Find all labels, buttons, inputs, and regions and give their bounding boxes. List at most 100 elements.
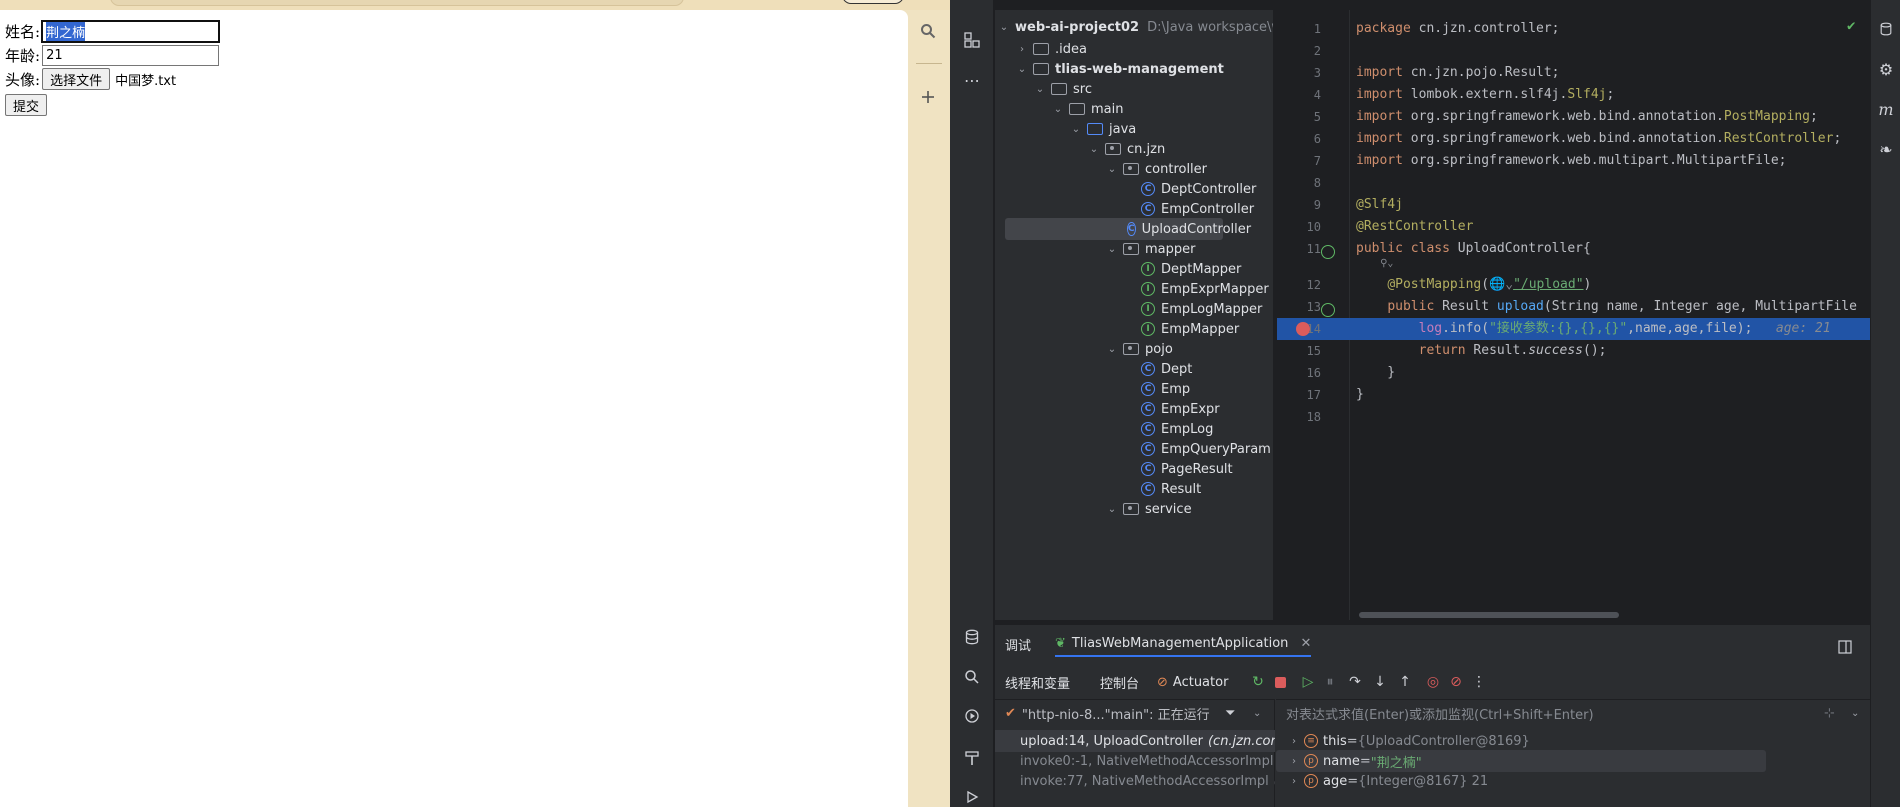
chevron-down-icon[interactable]: ⌄ [1105,344,1119,355]
stack-frame[interactable]: invoke0:-1, NativeMethodAccessorImpl(j [995,750,1275,772]
tree-node[interactable]: C EmpController [1123,198,1254,220]
chevron-down-icon[interactable]: ⌄ [1069,124,1083,135]
chevron-down-icon[interactable]: ⌄ [1015,64,1029,75]
tree-node[interactable]: C Dept [1123,358,1192,380]
eval-expression-input[interactable]: 对表达式求值(Enter)或添加监视(Ctrl+Shift+Enter) ⊹ ⌄ [1276,700,1870,726]
more-icon[interactable]: ⋯ [960,68,984,92]
breakpoint-icon[interactable] [1296,322,1310,336]
tree-node[interactable]: I EmpMapper [1123,318,1239,340]
tree-node[interactable]: C Emp [1123,378,1190,400]
more-icon[interactable]: ⋮ [1469,672,1489,692]
database-icon[interactable] [1875,18,1897,40]
tree-node[interactable]: ⌄ main [1051,98,1124,120]
stack-frame[interactable]: upload:14, UploadController(cn.jzn.contr [995,730,1275,752]
tree-node[interactable]: C UploadController [1005,218,1251,240]
tree-node[interactable]: › .idea [1015,38,1087,60]
tab-threads-variables[interactable]: 线程和变量 [1005,671,1070,693]
chevron-down-icon[interactable]: ⌄ [1105,244,1119,255]
tree-node-label: Result [1161,481,1202,497]
spring-endpoint-icon[interactable] [1321,303,1335,317]
profile-button[interactable] [842,0,904,4]
tab-run-config[interactable]: ❦ TliasWebManagementApplication ✕ [1055,631,1312,657]
tree-node[interactable]: C PageResult [1123,458,1233,480]
build-hammer-icon[interactable] [960,746,984,770]
run-icon[interactable] [960,785,984,807]
tree-node-label: EmpController [1161,201,1255,217]
view-breakpoints-icon[interactable]: ◎ [1423,672,1443,692]
maven-icon[interactable]: m [1875,98,1897,120]
tree-node[interactable]: ⌄ java [1069,118,1136,140]
step-over-icon[interactable]: ↷ [1345,672,1365,692]
layout-icon[interactable] [1835,637,1855,657]
tab-debug[interactable]: 调试 [1005,631,1031,657]
variable-row[interactable]: › p name = "荆之楠" [1276,750,1766,772]
tree-node[interactable]: I EmpExprMapper [1123,278,1269,300]
structure-icon[interactable] [960,28,984,52]
tree-node[interactable]: ⌄ mapper [1105,238,1196,260]
age-input[interactable] [42,44,220,66]
rerun-icon[interactable]: ↻ [1248,672,1268,692]
chevron-down-icon[interactable]: ⌄ [1033,84,1047,95]
tree-node[interactable]: C EmpExpr [1123,398,1220,420]
chevron-right-icon[interactable]: › [1284,736,1304,747]
chevron-down-icon[interactable]: ⌄ [1051,104,1065,115]
checkmark-icon: ✔ [1005,705,1016,721]
address-bar[interactable] [110,0,684,6]
name-input[interactable]: 荆之楠 [41,19,221,43]
chevron-down-icon[interactable]: ⌄ [1105,164,1119,175]
tree-node[interactable]: I DeptMapper [1123,258,1241,280]
chevron-down-icon[interactable]: ⌄ [1105,504,1119,515]
tree-node[interactable]: C Result [1123,478,1201,500]
tree-node[interactable]: I EmpLogMapper [1123,298,1262,320]
close-icon[interactable]: ✕ [1300,636,1311,651]
tab-console[interactable]: 控制台 [1100,671,1139,693]
chevron-right-icon[interactable]: › [1284,756,1304,767]
chevron-down-icon[interactable]: ⌄ [1087,144,1101,155]
code-editor[interactable]: 1 package cn.jzn.controller; 2 3 import cn.j… [1277,10,1870,620]
add-watch-icon[interactable]: ⊹ [1824,706,1835,721]
chevron-down-icon[interactable]: ⌄ [997,22,1011,33]
services-icon[interactable] [960,704,984,728]
code-line: import org.springframework.web.multipart… [1356,153,1787,168]
folder-icon [1051,83,1067,95]
search-icon[interactable] [960,665,984,689]
submit-button[interactable]: 提交 [5,94,48,116]
step-into-icon[interactable]: ↓ [1370,672,1390,692]
chevron-right-icon[interactable]: › [1015,44,1029,55]
filter-icon[interactable]: ⏷ [1225,706,1235,721]
tree-node[interactable]: ⌄ controller [1105,158,1207,180]
mute-breakpoints-icon[interactable]: ⊘ [1446,672,1466,692]
plugin-icon[interactable]: ⚙ [1875,58,1897,80]
spring-bean-icon[interactable] [1321,245,1335,259]
chevron-right-icon[interactable]: › [1284,776,1304,787]
add-icon[interactable] [917,86,939,108]
chevron-down-icon[interactable]: ⌄ [1851,708,1859,719]
pause-icon[interactable]: ⏸ [1320,672,1340,692]
thread-selector[interactable]: ✔ "http-nio-8..."main": 正在运行 ⏷ ⌄ [995,700,1275,726]
choose-file-button[interactable]: 选择文件 [42,68,111,90]
project-root[interactable]: ⌄ web-ai-project02 D:\Java workspace\wor… [997,16,1273,38]
tree-node[interactable]: C DeptController [1123,178,1256,200]
age-row: 年龄: [5,44,220,66]
variable-row[interactable]: › p age = {Integer@8167} 21 [1276,770,1870,792]
search-icon[interactable] [917,20,939,42]
line-number: 18 [1306,410,1321,424]
database-icon[interactable] [960,625,984,649]
step-out-icon[interactable]: ↑ [1395,672,1415,692]
field-icon: ≡ [1304,734,1318,748]
tree-node[interactable]: C EmpQueryParam [1123,438,1271,460]
tree-node[interactable]: ⌄ cn.jzn [1087,138,1165,160]
notifications-icon[interactable]: ❧ [1875,138,1897,160]
tree-node[interactable]: ⌄ src [1033,78,1092,100]
tab-actuator[interactable]: ⊘ Actuator [1157,671,1228,693]
chevron-down-icon[interactable]: ⌄ [1253,708,1261,719]
tree-node[interactable]: ⌄ pojo [1105,338,1173,360]
tree-node[interactable]: C EmpLog [1123,418,1213,440]
variable-row[interactable]: › ≡ this = {UploadController@8169} [1276,730,1870,752]
stack-frame[interactable]: invoke:77, NativeMethodAccessorImpl (jd [995,770,1275,792]
resume-icon[interactable]: ▷ [1298,672,1318,692]
tree-node[interactable]: ⌄ tlias-web-management [1015,58,1224,80]
stop-icon[interactable] [1270,672,1290,692]
tree-node[interactable]: ⌄ service [1105,498,1192,520]
editor-horizontal-scrollbar[interactable] [1359,612,1619,618]
